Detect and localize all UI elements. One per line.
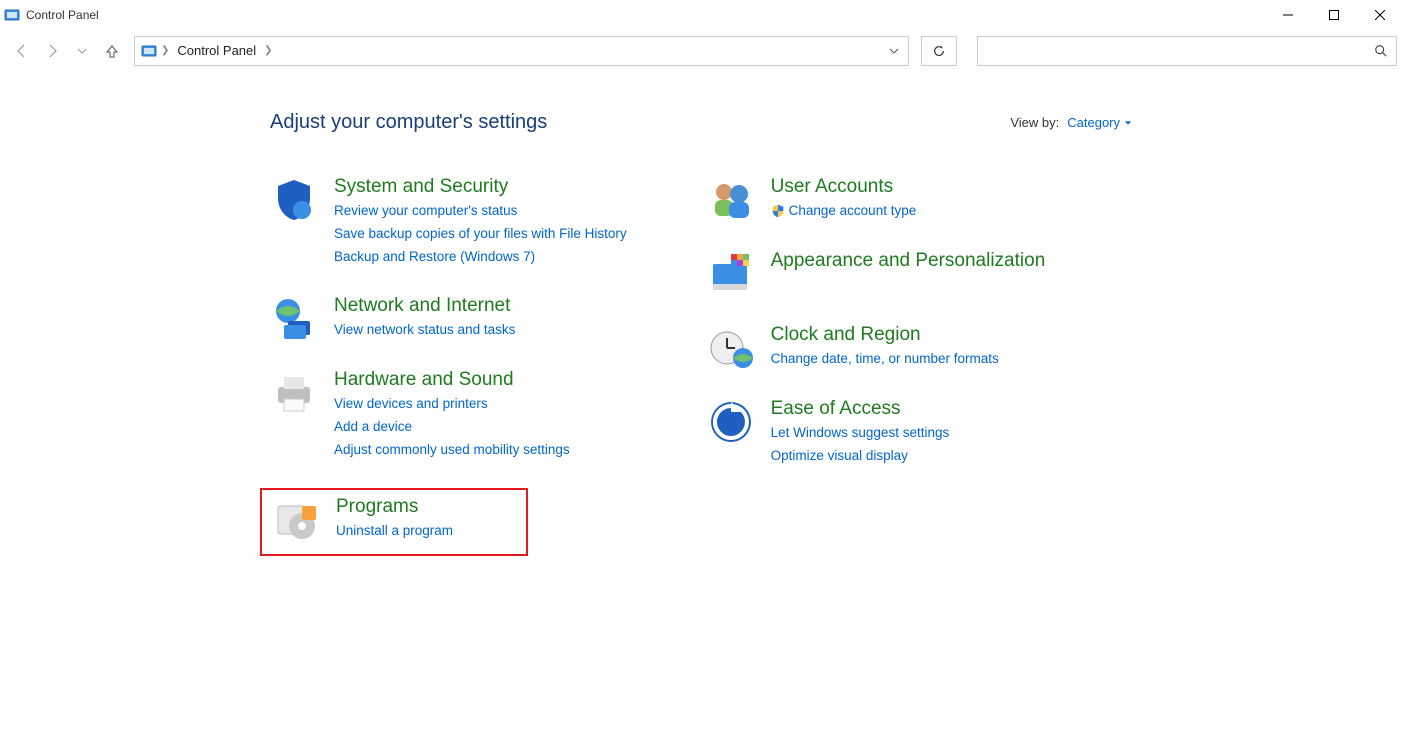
category-clock-region: Clock and Region Change date, time, or n…	[707, 324, 1046, 372]
category-link[interactable]: Let Windows suggest settings	[771, 422, 950, 445]
search-input[interactable]	[986, 42, 1374, 59]
category-title[interactable]: User Accounts	[771, 176, 917, 198]
category-link[interactable]: View devices and printers	[334, 393, 570, 416]
refresh-icon	[932, 44, 946, 58]
shield-icon[interactable]	[270, 176, 318, 224]
minimize-button[interactable]	[1265, 0, 1311, 30]
category-title[interactable]: Ease of Access	[771, 398, 950, 420]
chevron-right-icon: ❯	[161, 45, 169, 56]
ease-of-access-icon[interactable]	[707, 398, 755, 446]
view-by-dropdown[interactable]: Category	[1067, 115, 1132, 130]
clock-globe-icon[interactable]	[707, 324, 755, 372]
category-link[interactable]: Optimize visual display	[771, 445, 950, 468]
close-button[interactable]	[1357, 0, 1403, 30]
view-by-label: View by:	[1010, 115, 1059, 130]
address-box[interactable]: ❯ Control Panel ❯	[134, 36, 909, 66]
category-title[interactable]: Hardware and Sound	[334, 369, 570, 391]
category-column-left: System and Security Review your computer…	[270, 176, 627, 556]
category-link[interactable]: Add a device	[334, 416, 570, 439]
category-link[interactable]: Review your computer's status	[334, 200, 627, 223]
category-programs: Programs Uninstall a program	[272, 496, 518, 544]
control-panel-icon	[4, 7, 20, 23]
category-link[interactable]: Change date, time, or number formats	[771, 348, 999, 371]
view-by: View by: Category	[1010, 115, 1132, 130]
chevron-down-icon	[1124, 119, 1132, 127]
category-appearance: Appearance and Personalization	[707, 250, 1046, 298]
category-title[interactable]: System and Security	[334, 176, 627, 198]
category-ease-of-access: Ease of Access Let Windows suggest setti…	[707, 398, 1046, 468]
category-title[interactable]: Appearance and Personalization	[771, 250, 1046, 272]
category-link[interactable]: Backup and Restore (Windows 7)	[334, 246, 627, 269]
programs-icon[interactable]	[272, 496, 320, 544]
search-icon	[1374, 44, 1388, 58]
window-title: Control Panel	[26, 8, 99, 22]
category-user-accounts: User Accounts Change account type	[707, 176, 1046, 224]
category-title[interactable]: Clock and Region	[771, 324, 999, 346]
chevron-right-icon: ❯	[264, 45, 272, 56]
back-button[interactable]	[14, 43, 30, 59]
address-bar: ❯ Control Panel ❯	[0, 30, 1407, 71]
category-title[interactable]: Programs	[336, 496, 453, 518]
category-network-internet: Network and Internet View network status…	[270, 295, 627, 343]
category-link[interactable]: Adjust commonly used mobility settings	[334, 439, 570, 462]
breadcrumb-item[interactable]: Control Panel	[173, 43, 260, 58]
up-button[interactable]	[104, 43, 120, 59]
maximize-button[interactable]	[1311, 0, 1357, 30]
window-controls	[1265, 0, 1403, 30]
category-link[interactable]: Save backup copies of your files with Fi…	[334, 223, 627, 246]
people-icon[interactable]	[707, 176, 755, 224]
category-link[interactable]: View network status and tasks	[334, 319, 515, 342]
control-panel-icon	[141, 43, 157, 59]
refresh-button[interactable]	[921, 36, 957, 66]
globe-network-icon[interactable]	[270, 295, 318, 343]
forward-button[interactable]	[44, 43, 60, 59]
titlebar: Control Panel	[0, 0, 1407, 30]
category-link[interactable]: Change account type	[771, 200, 917, 223]
category-link[interactable]: Uninstall a program	[336, 520, 453, 543]
category-hardware-sound: Hardware and Sound View devices and prin…	[270, 369, 627, 462]
address-dropdown[interactable]	[880, 46, 908, 56]
category-system-security: System and Security Review your computer…	[270, 176, 627, 269]
recent-dropdown[interactable]	[74, 43, 90, 59]
printer-icon[interactable]	[270, 369, 318, 417]
highlight-programs: Programs Uninstall a program	[260, 488, 528, 556]
monitor-colors-icon[interactable]	[707, 250, 755, 298]
content: Adjust your computer's settings View by:…	[0, 71, 1407, 556]
search-box[interactable]	[977, 36, 1397, 66]
uac-shield-icon	[771, 204, 785, 218]
category-column-right: User Accounts Change account type	[707, 176, 1046, 556]
page-title: Adjust your computer's settings	[270, 111, 547, 134]
category-title[interactable]: Network and Internet	[334, 295, 515, 317]
